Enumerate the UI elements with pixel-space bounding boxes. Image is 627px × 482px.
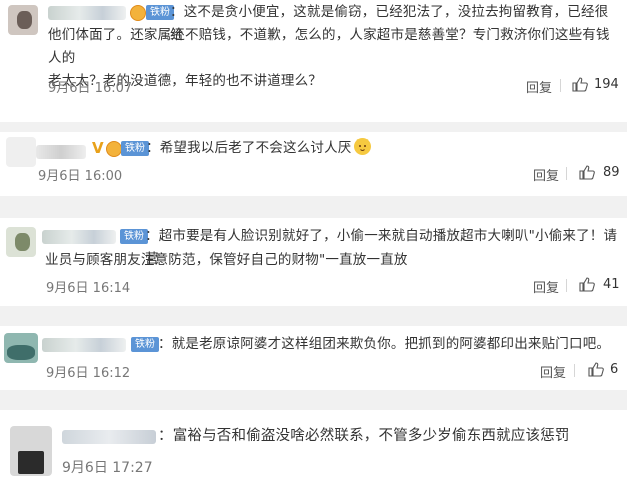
- comment-text-cont: 业员与顾客朋友注意防范，保管好自己的财物"一直放一直放: [45, 252, 408, 268]
- fan-badge[interactable]: 铁粉: [120, 229, 148, 244]
- reply-button[interactable]: 回复: [533, 165, 559, 184]
- comment-card-3: 铁粉 ：超市要是有人脸识别就好了，小偷一来就自动播放超市大喇叭"小偷来了！请营 …: [0, 218, 627, 306]
- fan-medal-icon: [130, 5, 146, 21]
- comment-date: 9月6日 17:27: [62, 460, 153, 476]
- thumbs-up-icon[interactable]: [572, 77, 588, 92]
- comment-card-5: ：富裕与否和偷盗没啥必然联系，不管多少岁偷东西就应该惩罚 9月6日 17:27: [0, 410, 627, 482]
- like-count: 89: [603, 165, 620, 180]
- divider: [574, 364, 575, 377]
- reply-button[interactable]: 回复: [526, 77, 552, 96]
- comment-text: ：希望我以后老了不会这么讨人厌: [146, 137, 616, 160]
- fan-badge[interactable]: 铁粉: [121, 141, 149, 156]
- like-count: 6: [610, 362, 619, 377]
- reply-button[interactable]: 回复: [540, 362, 566, 381]
- like-count: 194: [594, 77, 619, 92]
- avatar[interactable]: [6, 227, 36, 257]
- divider: [566, 167, 567, 180]
- comment-date: 9月6日 16:07: [48, 81, 133, 96]
- fan-medal-icon: [106, 141, 122, 157]
- thumbs-up-icon[interactable]: [579, 165, 595, 180]
- comment-card-2: V 铁粉 ：希望我以后老了不会这么讨人厌 9月6日 16:00 回复 89: [0, 132, 627, 196]
- thumbs-up-icon[interactable]: [579, 277, 595, 292]
- avatar[interactable]: [10, 426, 52, 476]
- avatar[interactable]: [8, 5, 38, 35]
- comment-date: 9月6日 16:14: [46, 281, 131, 296]
- comment-date: 9月6日 16:00: [38, 169, 123, 184]
- username-blurred[interactable]: [42, 230, 116, 244]
- username-blurred[interactable]: [36, 145, 86, 159]
- verified-v-icon: V: [92, 139, 104, 157]
- fan-badge[interactable]: 铁粉: [131, 337, 159, 352]
- cat-face-emoji: [353, 138, 371, 155]
- divider: [566, 279, 567, 292]
- like-count: 41: [603, 277, 620, 292]
- avatar[interactable]: [6, 137, 36, 167]
- avatar[interactable]: [4, 333, 38, 363]
- reply-button[interactable]: 回复: [533, 277, 559, 296]
- username-blurred[interactable]: [48, 6, 126, 20]
- comment-text: ：富裕与否和偷盗没啥必然联系，不管多少岁偷东西就应该惩罚: [158, 428, 570, 444]
- comment-date: 9月6日 16:12: [46, 366, 131, 381]
- comment-text: ：就是老原谅阿婆才这样组团来欺负你。把抓到的阿婆都印出来贴门口吧。: [158, 336, 611, 352]
- username-blurred[interactable]: [62, 430, 156, 444]
- divider: [560, 79, 561, 92]
- thumbs-up-icon[interactable]: [588, 362, 604, 377]
- comment-card-1: 铁粉 ：这不是贪小便宜，这就是偷窃，已经犯法了，没拉去拘留教育，已经很给 他们体…: [0, 0, 627, 122]
- comment-card-4: 铁粉 ：就是老原谅阿婆才这样组团来欺负你。把抓到的阿婆都印出来贴门口吧。 9月6…: [0, 326, 627, 390]
- username-blurred[interactable]: [42, 338, 126, 352]
